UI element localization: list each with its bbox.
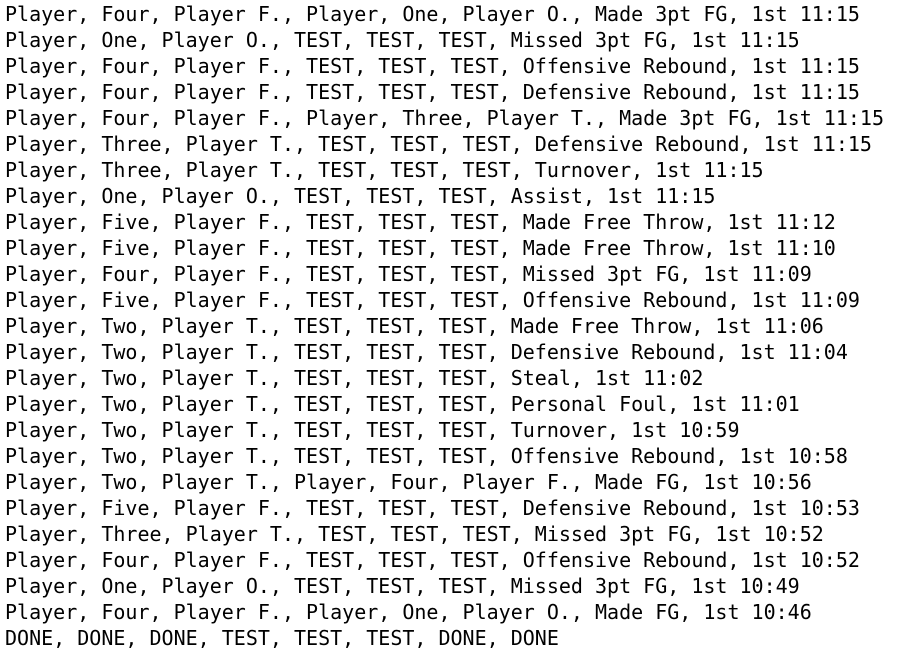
console-output: Player, Four, Player F., Player, One, Pl… <box>0 0 899 657</box>
console-line: Player, One, Player O., TEST, TEST, TEST… <box>5 184 716 208</box>
console-line: Player, Five, Player F., TEST, TEST, TES… <box>5 288 860 312</box>
console-line: Player, Two, Player T., TEST, TEST, TEST… <box>5 340 848 364</box>
console-line: Player, Four, Player F., Player, Three, … <box>5 106 884 130</box>
console-line: Player, Three, Player T., TEST, TEST, TE… <box>5 522 824 546</box>
console-line: Player, Four, Player F., TEST, TEST, TES… <box>5 262 812 286</box>
console-line: Player, Five, Player F., TEST, TEST, TES… <box>5 496 860 520</box>
console-line: Player, Two, Player T., Player, Four, Pl… <box>5 470 812 494</box>
console-line: Player, Two, Player T., TEST, TEST, TEST… <box>5 444 848 468</box>
console-line: Player, Two, Player T., TEST, TEST, TEST… <box>5 418 740 442</box>
console-line: Player, Two, Player T., TEST, TEST, TEST… <box>5 314 824 338</box>
console-line: Player, Five, Player F., TEST, TEST, TES… <box>5 210 836 234</box>
console-line: Player, Five, Player F., TEST, TEST, TES… <box>5 236 836 260</box>
console-line: Player, Two, Player T., TEST, TEST, TEST… <box>5 392 800 416</box>
console-line: Player, One, Player O., TEST, TEST, TEST… <box>5 574 800 598</box>
console-line: Player, Four, Player F., Player, One, Pl… <box>5 600 812 624</box>
console-line: Player, Three, Player T., TEST, TEST, TE… <box>5 158 764 182</box>
console-line: Player, Two, Player T., TEST, TEST, TEST… <box>5 366 704 390</box>
console-line: Player, Four, Player F., TEST, TEST, TES… <box>5 80 860 104</box>
console-line: Player, Four, Player F., Player, One, Pl… <box>5 2 860 26</box>
console-line: DONE, DONE, DONE, TEST, TEST, TEST, DONE… <box>5 626 559 650</box>
console-line: Player, One, Player O., TEST, TEST, TEST… <box>5 28 800 52</box>
console-line: Player, Four, Player F., TEST, TEST, TES… <box>5 54 860 78</box>
console-line: Player, Three, Player T., TEST, TEST, TE… <box>5 132 872 156</box>
console-line: Player, Four, Player F., TEST, TEST, TES… <box>5 548 860 572</box>
